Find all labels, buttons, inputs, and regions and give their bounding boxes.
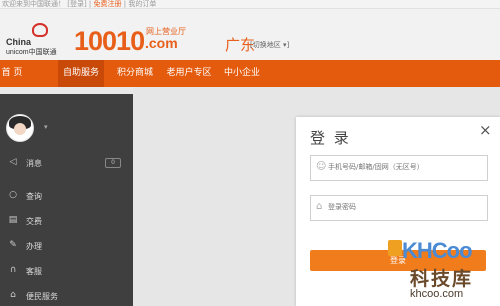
brand-com: .com <box>145 35 178 51</box>
sidebar-item-handle[interactable]: ✎ 办理 <box>8 240 128 256</box>
nav-sme[interactable]: 中小企业 <box>220 60 264 87</box>
login-title: 登 录 <box>310 129 351 147</box>
close-icon[interactable]: × <box>479 121 492 139</box>
sidebar-item-label: 客服 <box>26 267 42 276</box>
register-link[interactable]: 免费注册 <box>94 0 122 8</box>
speaker-icon: ◁ <box>9 157 17 167</box>
logo-unicom-text: unicom中国联通 <box>6 49 57 56</box>
book-icon <box>388 240 402 256</box>
sidebar-item-convenience[interactable]: ⌂ 便民服务 <box>8 290 128 306</box>
sidebar-item-pay[interactable]: ▤ 交费 <box>8 215 128 231</box>
logo-china-text: China <box>6 37 32 47</box>
orders-link[interactable]: | 我的订单 <box>124 0 157 8</box>
sidebar-item-label: 便民服务 <box>26 292 58 301</box>
bill-icon: ▤ <box>8 215 18 225</box>
pen-icon: ✎ <box>9 240 17 250</box>
search-icon: ○ <box>9 190 17 200</box>
sidebar-item-label: 办理 <box>26 242 42 251</box>
khcoo-watermark: KHCoo 科技库 khcoo.com <box>380 228 500 306</box>
user-avatar[interactable] <box>6 114 34 142</box>
message-count-badge: 0 <box>105 158 121 168</box>
sidebar: ▾ ◁ 消息 0 ○ 查询 ▤ 交费 ✎ 办理 ∩ 客服 ⌂ 便民服务 <box>0 94 133 306</box>
nav-home[interactable]: 首 页 <box>0 60 24 87</box>
lock-icon: ⌂ <box>316 201 323 212</box>
main-nav: 首 页 自助服务 积分商城 老用户专区 中小企业 <box>0 60 500 87</box>
home-icon: ⌂ <box>10 290 16 300</box>
headset-icon: ∩ <box>9 265 17 275</box>
watermark-site: khcoo.com <box>410 288 464 300</box>
watermark-name: 科技库 <box>410 268 474 290</box>
switch-region-link[interactable]: [切换地区 ▾] <box>250 40 289 50</box>
site-header: China unicom中国联通 10010 网上营业厅 .com 广东 [切换… <box>0 9 500 60</box>
chevron-down-icon[interactable]: ▾ <box>44 123 48 131</box>
brand-10010[interactable]: 10010 <box>74 26 145 57</box>
nav-old-users[interactable]: 老用户专区 <box>164 60 214 87</box>
nav-self-service[interactable]: 自助服务 <box>58 60 104 87</box>
watermark-brand: KHCoo <box>402 238 473 263</box>
sidebar-item-label: 查询 <box>26 192 42 201</box>
sidebar-item-label: 交费 <box>26 217 42 226</box>
password-field[interactable]: ⌂ <box>310 195 488 221</box>
avatar-face <box>14 123 26 135</box>
sidebar-item-query[interactable]: ○ 查询 <box>8 190 128 206</box>
sidebar-item-service[interactable]: ∩ 客服 <box>8 265 128 281</box>
phone-field[interactable]: ☺ <box>310 155 488 181</box>
user-icon: ☺ <box>316 161 327 172</box>
top-welcome-bar: 欢迎来到中国联通！ [登录] | 免费注册 | 我的订单 <box>0 0 500 9</box>
welcome-text: 欢迎来到中国联通！ [登录] | <box>2 0 92 8</box>
unicom-knot-icon <box>32 23 48 37</box>
password-input[interactable] <box>328 199 478 215</box>
sidebar-item-label: 消息 <box>26 159 42 168</box>
nav-points-mall[interactable]: 积分商城 <box>112 60 158 87</box>
sidebar-item-messages[interactable]: ◁ 消息 0 <box>8 157 128 173</box>
phone-input[interactable] <box>328 159 478 175</box>
china-unicom-logo[interactable]: China unicom中国联通 <box>6 23 70 57</box>
